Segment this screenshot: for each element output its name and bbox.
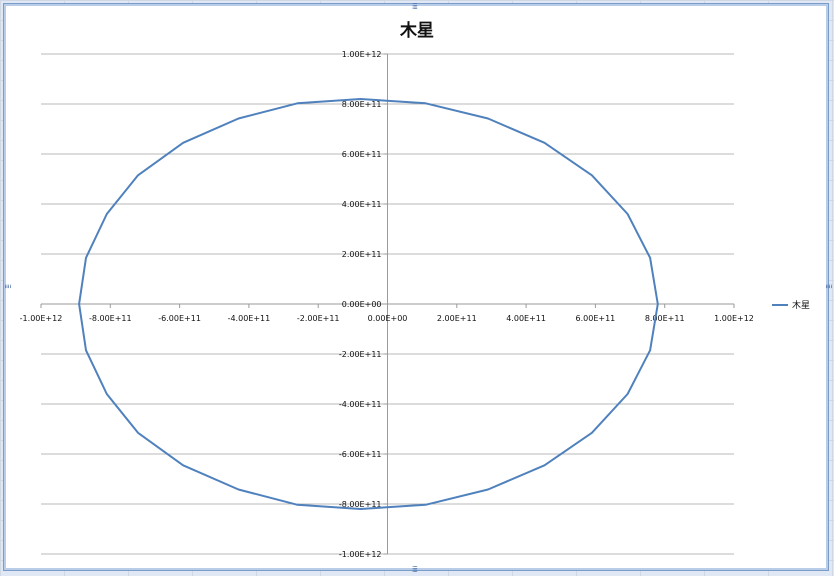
y-tick-label: -2.00E+11 [339,350,382,359]
series-point [425,102,427,104]
series-point [359,508,362,510]
series-point [657,303,659,305]
series-point [543,142,546,144]
legend-line-swatch [772,303,788,306]
legend-label: 木星 [792,301,811,311]
y-tick-label: -1.00E+12 [339,550,382,559]
series-point [487,117,489,120]
x-tick-label: 8.00E+11 [645,314,685,323]
x-tick-label: 4.00E+11 [506,314,546,323]
series-point [137,432,139,434]
y-tick-label: 6.00E+11 [342,150,382,159]
legend[interactable]: 木星 [772,298,810,311]
x-tick-label: 2.00E+11 [437,314,477,323]
y-tick-label: 0.00E+00 [342,300,382,309]
x-tick-label: 0.00E+00 [368,314,408,323]
series-point [137,174,139,176]
y-tick-label: 4.00E+11 [342,200,382,209]
y-tick-label: 2.00E+11 [342,250,382,259]
series-point [649,349,651,351]
series-point [296,504,298,506]
series-point [627,213,629,215]
y-tick-label: 8.00E+11 [342,100,382,109]
series-point [591,174,593,176]
series-point [591,432,593,434]
series-point [85,257,87,259]
series-point [543,464,546,466]
x-tick-label: -8.00E+11 [89,314,132,323]
series-point [627,393,629,395]
x-tick-label: -4.00E+11 [228,314,271,323]
series-point [237,488,240,491]
series-point [182,142,184,144]
series-point [425,504,427,506]
series-point [78,303,80,305]
series-point [237,117,240,120]
series-point [359,98,362,100]
series-point [85,349,87,351]
plot-area[interactable]: 1.00E+12 8.00E+11 6.00E+11 4.00E+11 2.00E+11… [0,0,834,576]
series-point [487,488,489,491]
series-point [106,213,108,215]
x-tick-label: -6.00E+11 [158,314,201,323]
series-point [649,257,651,259]
series-point [106,393,108,395]
x-tick-label: 6.00E+11 [576,314,616,323]
series-point [182,464,184,466]
x-tick-label: -1.00E+12 [20,314,63,323]
y-tick-label: 1.00E+12 [342,50,382,59]
x-tick-label: -2.00E+11 [297,314,340,323]
y-tick-label: -6.00E+11 [339,450,382,459]
y-tick-label: -4.00E+11 [339,400,382,409]
x-tick-label: 1.00E+12 [714,314,754,323]
series-point [296,102,298,104]
